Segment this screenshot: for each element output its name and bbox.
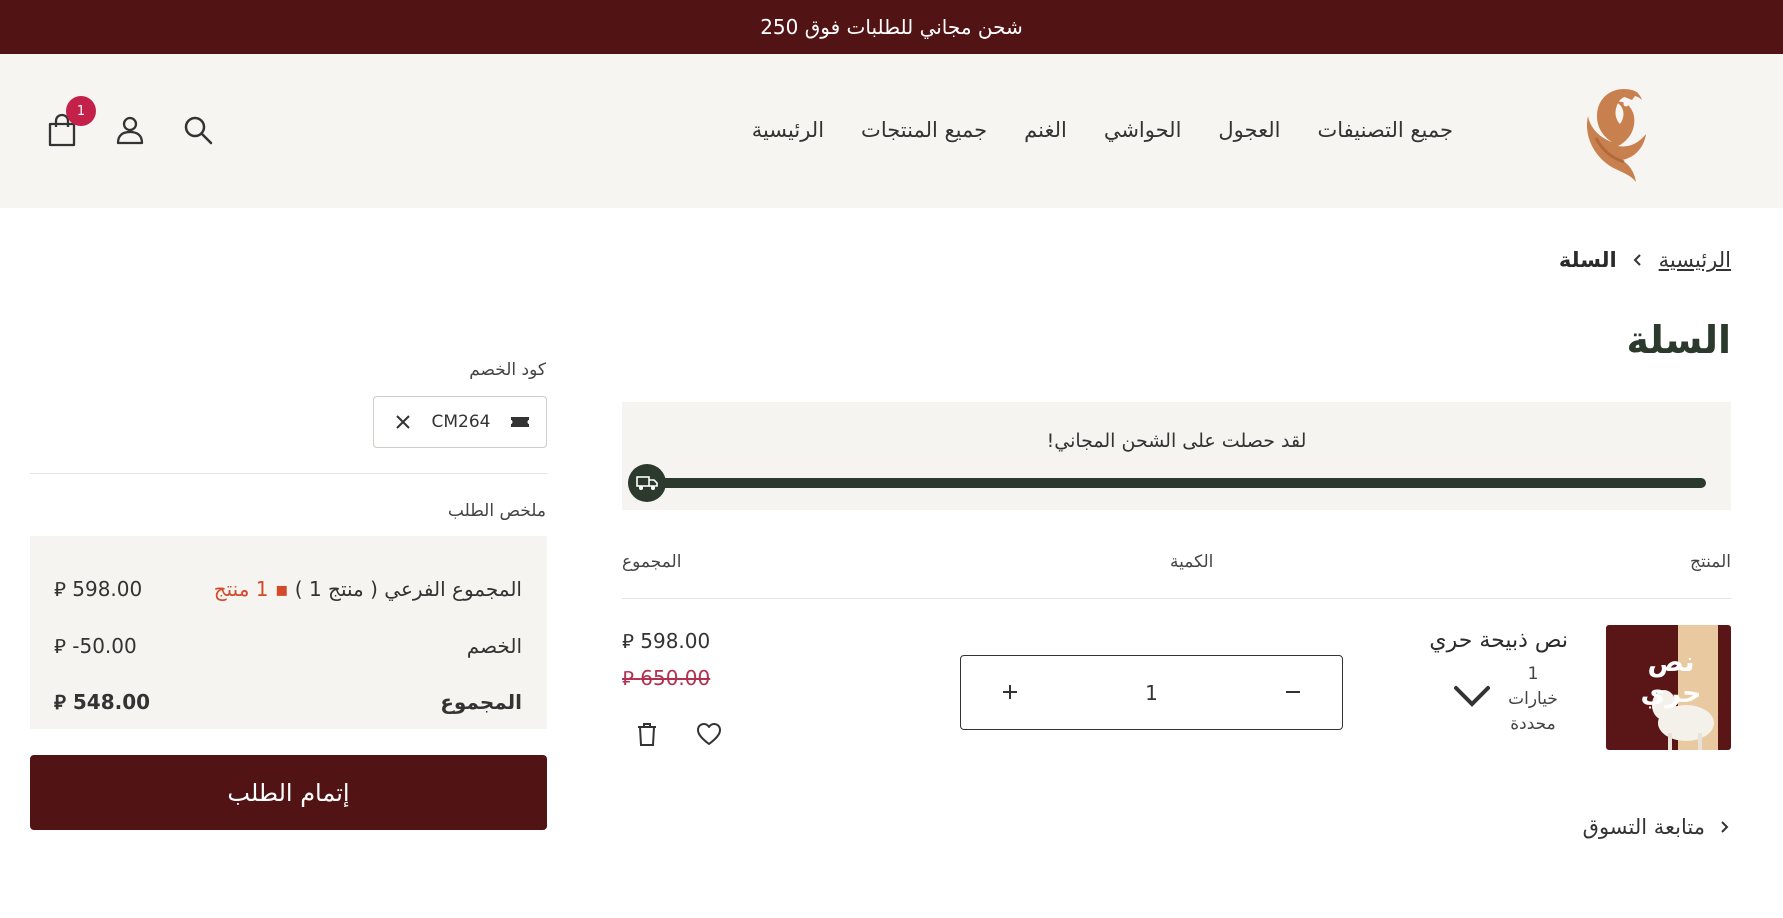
continue-shopping-label: متابعة التسوق — [1582, 815, 1705, 839]
free-shipping-message: لقد حصلت على الشحن المجاني! — [1046, 430, 1307, 452]
riyal-icon: ⃁ — [622, 629, 634, 653]
user-icon — [116, 116, 144, 145]
order-summary: ⃁ 598.00 المجموع الفرعي ( منتج 1 ) ▪ 1 م… — [30, 536, 547, 729]
total-amount: ⃁ 548.00 — [54, 689, 150, 715]
riyal-icon: ⃁ — [54, 690, 66, 714]
main-nav: الرئيسية جميع المنتجات الغنم الحواشي الع… — [715, 118, 1453, 142]
announcement-text: شحن مجاني للطلبات فوق 250 — [760, 15, 1023, 39]
chevron-down-icon — [1454, 686, 1490, 707]
coupon-divider — [30, 473, 547, 474]
nav-link-all-products[interactable]: جميع المنتجات — [861, 118, 987, 142]
subtotal-label: المجموع الفرعي ( منتج 1 ) ▪ 1 منتج — [214, 577, 522, 601]
remove-item-button[interactable] — [633, 720, 661, 748]
search-icon — [184, 116, 213, 145]
nav-link-calves[interactable]: العجول — [1218, 118, 1280, 142]
product-name[interactable]: نص ذبيحة حري — [1429, 628, 1568, 653]
search-button[interactable] — [180, 112, 216, 148]
chevron-left-icon — [1633, 254, 1641, 266]
subtotal-amount: ⃁ 598.00 — [54, 576, 142, 602]
order-summary-label: ملخص الطلب — [447, 501, 546, 521]
table-divider — [622, 598, 1731, 599]
options-toggle[interactable] — [1452, 682, 1492, 712]
truck-icon — [628, 464, 666, 502]
riyal-icon: ⃁ — [622, 666, 634, 690]
page-title: السلة — [1626, 318, 1731, 362]
coupon-label: كود الخصم — [469, 360, 546, 380]
breadcrumb-home-link[interactable]: الرئيسية — [1659, 248, 1731, 272]
product-options-label: خيارات محددة — [1508, 689, 1558, 734]
account-button[interactable] — [112, 112, 148, 148]
minus-icon — [1285, 690, 1300, 693]
discount-label: الخصم — [466, 634, 522, 658]
product-options[interactable]: 1 خيارات محددة — [1490, 662, 1576, 737]
coupon-code: CM264 — [431, 412, 491, 432]
total-value: 548.00 — [72, 690, 151, 714]
chevron-right-icon — [1721, 821, 1729, 833]
brand-logo[interactable] — [1572, 78, 1654, 184]
nav-link-sheep[interactable]: الغنم — [1024, 118, 1067, 142]
nav-link-home[interactable]: الرئيسية — [752, 118, 824, 142]
product-image-title: نص حري — [1640, 647, 1702, 709]
increase-quantity-button[interactable] — [997, 678, 1023, 708]
item-old-price-value: 650.00 — [640, 666, 711, 690]
site-header: الرئيسية جميع المنتجات الغنم الحواشي الع… — [0, 54, 1783, 208]
continue-shopping-link[interactable]: متابعة التسوق — [1583, 815, 1731, 839]
coupon-field[interactable]: CM264 — [373, 396, 547, 448]
decrease-quantity-button[interactable] — [1280, 678, 1306, 708]
plus-icon — [1003, 684, 1017, 699]
item-price: ⃁ 598.00 — [622, 628, 710, 654]
product-image[interactable]: نص حري — [1606, 625, 1731, 750]
free-shipping-progress: لقد حصلت على الشحن المجاني! — [622, 402, 1731, 510]
breadcrumb-current: السلة — [1558, 248, 1617, 272]
item-old-price: ⃁ 650.00 — [622, 665, 710, 691]
column-quantity: الكمية — [1170, 552, 1214, 572]
quantity-value[interactable]: 1 — [1145, 681, 1158, 705]
discount-value: -50.00 — [72, 634, 137, 658]
item-price-value: 598.00 — [640, 629, 711, 653]
subtotal-row: ⃁ 598.00 المجموع الفرعي ( منتج 1 ) ▪ 1 م… — [54, 576, 522, 602]
total-row: ⃁ 548.00 المجموع — [54, 689, 522, 715]
total-label: المجموع — [440, 690, 522, 714]
falcon-logo-icon — [1586, 88, 1646, 182]
nav-link-hawashi[interactable]: الحواشي — [1104, 118, 1182, 142]
cart-count-badge: 1 — [66, 96, 96, 126]
discount-row: ⃁ -50.00 الخصم — [54, 633, 522, 659]
checkout-button[interactable]: إتمام الطلب — [30, 755, 547, 830]
breadcrumb: الرئيسية السلة — [1559, 248, 1731, 272]
column-total: المجموع — [622, 552, 682, 572]
quantity-stepper: 1 — [960, 655, 1343, 730]
heart-icon — [697, 723, 721, 745]
subtotal-count: ▪ 1 منتج — [213, 577, 289, 601]
nav-link-all-categories[interactable]: جميع التصنيفات — [1317, 118, 1453, 142]
close-icon[interactable] — [394, 413, 412, 431]
subtotal-label-text: المجموع الفرعي ( منتج 1 ) — [294, 577, 522, 601]
column-product: المنتج — [1690, 552, 1731, 572]
subtotal-count-text: 1 منتج — [213, 577, 269, 601]
product-options-count: 1 — [1527, 664, 1539, 684]
ticket-icon — [511, 417, 529, 427]
riyal-icon: ⃁ — [54, 634, 66, 658]
announcement-bar: شحن مجاني للطلبات فوق 250 — [0, 0, 1783, 54]
shipping-progress-bar — [644, 478, 1706, 488]
wishlist-button[interactable] — [695, 720, 723, 748]
discount-amount: ⃁ -50.00 — [54, 633, 137, 659]
riyal-icon: ⃁ — [54, 577, 66, 601]
subtotal-value: 598.00 — [72, 577, 143, 601]
trash-icon — [638, 723, 656, 746]
